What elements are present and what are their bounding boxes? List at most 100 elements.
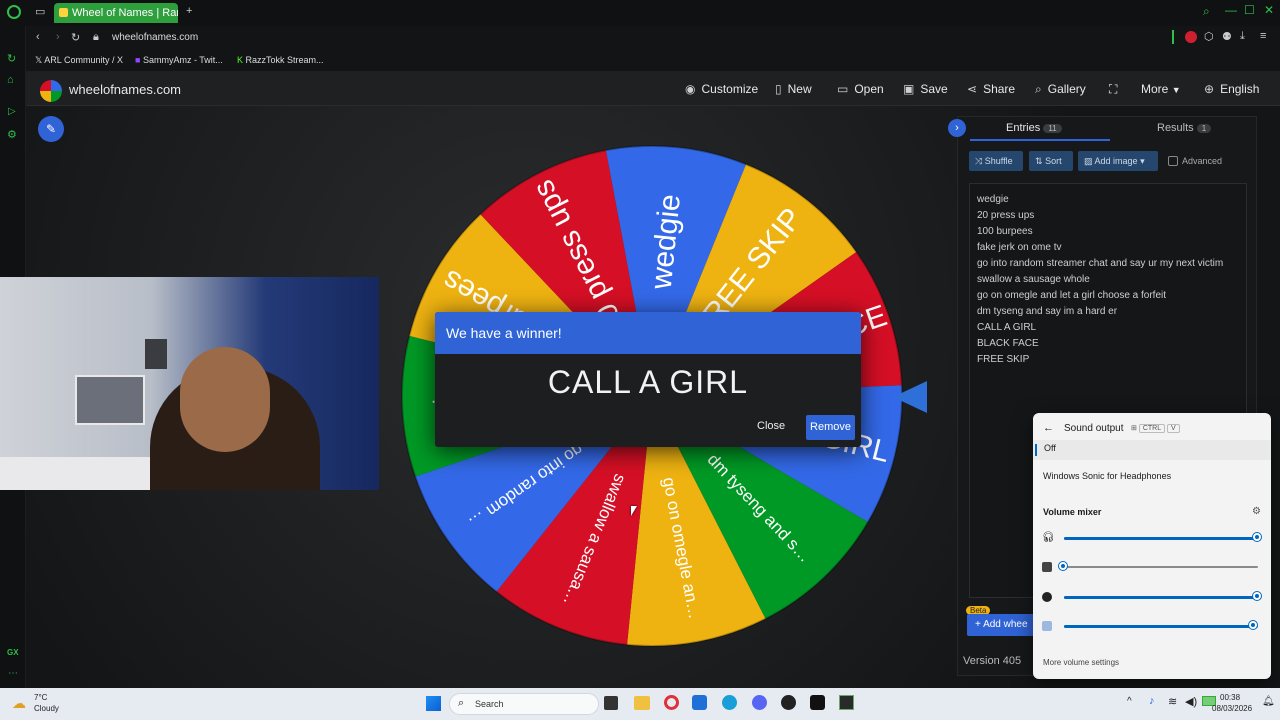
nav-share[interactable]: ⋖ Share <box>967 82 1015 96</box>
obs-icon[interactable] <box>810 695 825 710</box>
start-windows-icon[interactable] <box>426 696 441 711</box>
menu-icon[interactable]: ≡ <box>1260 30 1266 42</box>
volume-slider[interactable] <box>1064 533 1261 541</box>
nav-label: More <box>1141 82 1169 96</box>
remove-button[interactable]: Remove <box>806 415 855 440</box>
weather-icon[interactable]: ☁ <box>12 695 26 712</box>
nav-language[interactable]: ⊕ English <box>1204 82 1259 96</box>
site-logo-text[interactable]: wheelofnames.com <box>69 82 181 97</box>
plus-icon: + <box>975 619 981 630</box>
volume-slider[interactable] <box>1064 621 1258 629</box>
bookmark-kick[interactable]: K RazzTokk Stream... <box>237 55 324 65</box>
more-volume-settings-link[interactable]: More volume settings <box>1043 658 1119 667</box>
add-image-button[interactable]: ▨ Add image ▾ <box>1078 151 1158 171</box>
gx-indicator <box>1172 30 1174 44</box>
settings-gear-icon[interactable]: ⚙ <box>7 128 17 141</box>
entry-line[interactable]: FREE SKIP <box>977 352 1239 368</box>
volume-slider[interactable] <box>1064 592 1261 600</box>
download-icon[interactable]: ⤓ <box>1240 30 1245 43</box>
tab-results[interactable]: Results 1 <box>1157 122 1212 134</box>
search-icon[interactable]: ⌕ <box>1203 4 1210 19</box>
version-text: Version 405 <box>963 655 1022 667</box>
gx-corner-icon[interactable]: ⌂ <box>7 74 14 86</box>
volume-slider[interactable] <box>1059 562 1258 570</box>
notification-bell-icon[interactable]: 🔔︎ <box>1262 696 1275 707</box>
site-logo-icon[interactable] <box>40 80 62 102</box>
maximize-icon[interactable]: ☐ <box>1244 3 1255 17</box>
entry-line[interactable]: go into random streamer chat and say ur … <box>977 256 1239 272</box>
back-arrow-icon[interactable]: ← <box>1043 422 1054 434</box>
entry-line[interactable]: BLACK FACE <box>977 336 1239 352</box>
opera-icon[interactable] <box>664 695 679 710</box>
bookmarks-bar: 𝕏 ARL Community / X ■ SammyAmz - Twit...… <box>26 50 1280 72</box>
url-field[interactable]: wheelofnames.com <box>112 32 198 43</box>
close-window-icon[interactable]: ✕ <box>1264 3 1274 17</box>
sort-button[interactable]: ⇅ Sort <box>1029 151 1073 171</box>
advanced-checkbox[interactable] <box>1168 156 1178 166</box>
close-button[interactable]: Close <box>757 420 785 432</box>
player-icon[interactable]: ▷ <box>8 106 16 117</box>
nav-more[interactable]: More ▼ <box>1141 82 1181 96</box>
collapse-panel-chevron-icon[interactable]: › <box>948 119 966 137</box>
new-tab-icon[interactable]: + <box>186 5 192 17</box>
tray-chevron-icon[interactable]: ^ <box>1127 696 1132 707</box>
taskbar-search-box[interactable]: ⌕ Search <box>449 693 599 715</box>
shuffle-button[interactable]: ⤨ Shuffle <box>969 151 1023 171</box>
discord-icon[interactable] <box>752 695 767 710</box>
entry-line[interactable]: dm tyseng and say im a hard er <box>977 304 1239 320</box>
nav-label: Gallery <box>1047 82 1086 96</box>
bookmark-twitch[interactable]: ■ SammyAmz - Twit... <box>135 55 223 65</box>
volume-knob[interactable] <box>1249 621 1258 629</box>
nav-customize[interactable]: ◉ Customize <box>685 82 758 96</box>
device-option[interactable]: Windows Sonic for Headphones <box>1043 471 1171 481</box>
microphone-icon[interactable]: ♪ <box>1149 695 1155 707</box>
nav-save[interactable]: ▣ Save <box>903 82 948 96</box>
entry-line[interactable]: 100 burpees <box>977 224 1239 240</box>
gx-control-icon[interactable]: ↻ <box>7 52 16 65</box>
app-icon[interactable] <box>781 695 796 710</box>
active-tab[interactable]: Wheel of Names | Random <box>54 3 178 23</box>
nav-new[interactable]: ▯ New <box>775 82 812 96</box>
entry-line[interactable]: CALL A GIRL <box>977 320 1239 336</box>
entry-line[interactable]: wedgie <box>977 192 1239 208</box>
profile-icon[interactable]: ⚉ <box>1222 30 1232 43</box>
tab-entries[interactable]: Entries 11 <box>1006 122 1062 134</box>
speaker-icon[interactable]: ◀) <box>1185 695 1197 708</box>
wifi-icon[interactable]: ≋ <box>1168 695 1177 708</box>
minimize-icon[interactable]: — <box>1225 3 1237 17</box>
opera-gx-logo-icon[interactable] <box>7 5 21 19</box>
nav-open[interactable]: ▭ Open <box>837 82 884 96</box>
reload-icon[interactable]: ↻ <box>71 31 80 44</box>
file-explorer-icon[interactable] <box>634 696 650 710</box>
share-icon: ⋖ <box>967 82 978 96</box>
chevron-down-icon: ▼ <box>1171 85 1181 95</box>
edge-icon[interactable] <box>722 695 737 710</box>
task-view-icon[interactable] <box>604 696 618 710</box>
clock-date[interactable]: 08/03/2026 <box>1212 704 1252 713</box>
entry-line[interactable]: 20 press ups <box>977 208 1239 224</box>
entry-line[interactable]: go on omegle and let a girl choose a for… <box>977 288 1239 304</box>
add-wheel-button[interactable]: + Add whee <box>967 614 1037 636</box>
more-dots-icon[interactable]: ⋯ <box>8 668 18 679</box>
mixer-settings-gear-icon[interactable]: ⚙ <box>1252 506 1261 517</box>
clock-time[interactable]: 00:38 <box>1220 693 1240 702</box>
adblock-icon[interactable] <box>1185 31 1197 43</box>
volume-knob[interactable] <box>1059 562 1067 570</box>
shortcut-hint: ⊞ CTRL V <box>1131 424 1180 433</box>
terminal-icon[interactable] <box>839 695 854 710</box>
entry-line[interactable]: fake jerk on ome tv <box>977 240 1239 256</box>
nav-gallery[interactable]: ⌕ Gallery <box>1035 82 1086 97</box>
bookmark-x[interactable]: 𝕏 ARL Community / X <box>35 55 123 66</box>
store-icon[interactable] <box>692 695 707 710</box>
tab-menu-icon[interactable]: ▭ <box>35 5 45 18</box>
off-option[interactable]: Off <box>1033 440 1271 460</box>
back-icon[interactable]: ‹ <box>36 31 40 43</box>
edit-pencil-icon[interactable]: ✎ <box>38 116 64 142</box>
entry-line[interactable]: swallow a sausage whole <box>977 272 1239 288</box>
extensions-icon[interactable]: ⬡ <box>1204 30 1214 43</box>
volume-knob[interactable] <box>1253 533 1261 541</box>
forward-icon[interactable]: › <box>56 31 60 43</box>
advanced-label: Advanced <box>1182 156 1223 166</box>
fullscreen-icon[interactable]: ⛶ <box>1109 82 1117 97</box>
volume-knob[interactable] <box>1253 592 1261 600</box>
